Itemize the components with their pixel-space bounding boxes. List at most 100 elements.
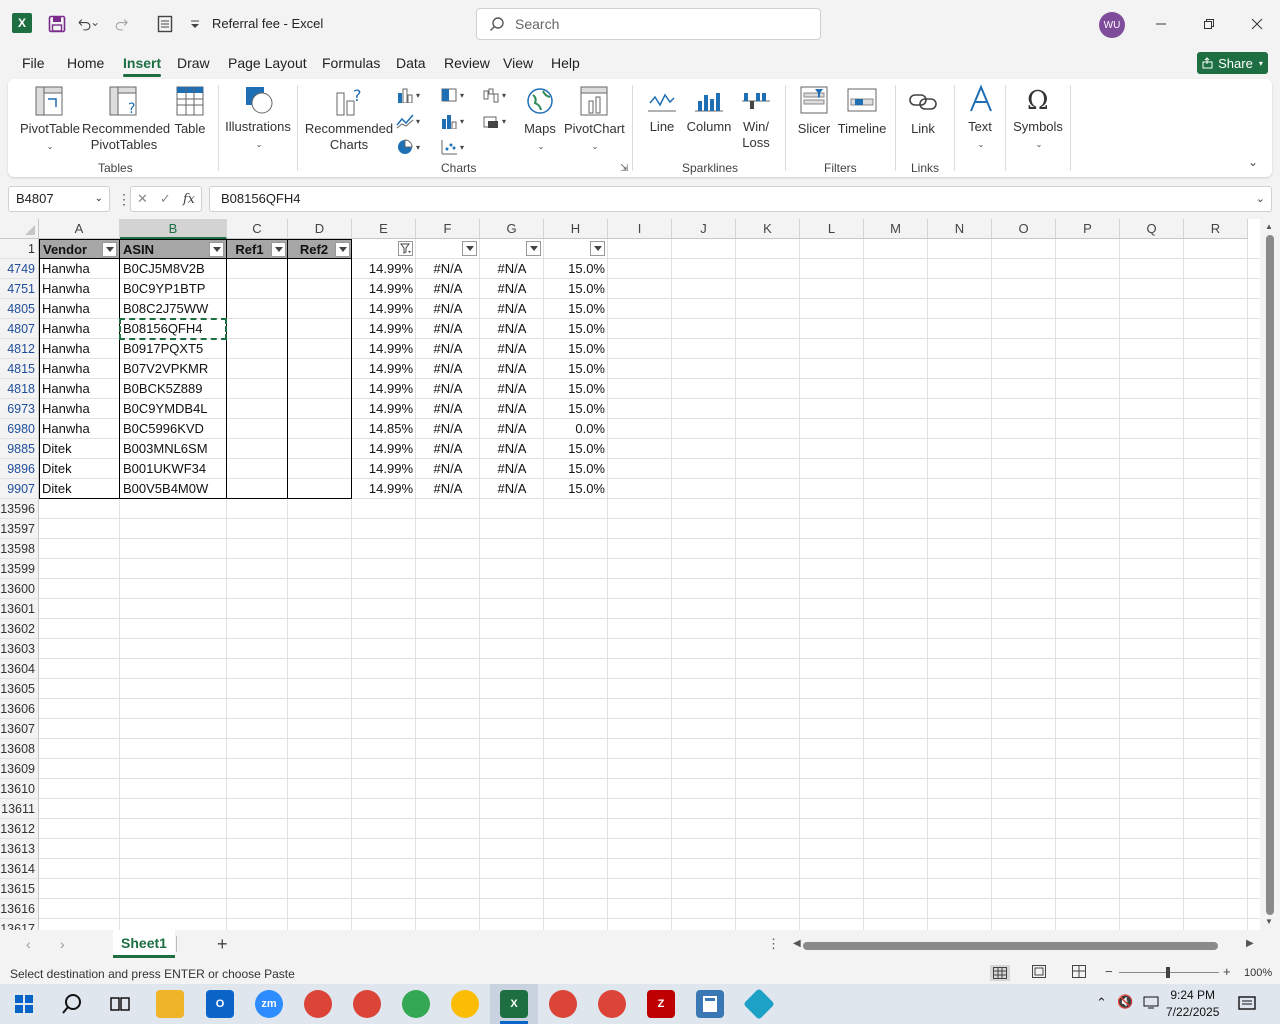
row-header[interactable]: 13613 [0,839,39,859]
tab-data[interactable]: Data [396,55,426,71]
timeline-button[interactable]: Timeline [836,85,888,137]
task-view-icon[interactable] [106,990,134,1018]
table-cell-empty[interactable] [288,339,352,359]
column-header-a[interactable]: A [39,219,120,239]
column-chart-button[interactable]: ▾ [396,85,426,105]
filter-dropdown-ref2[interactable] [335,242,350,257]
filter-dropdown-g[interactable] [526,241,541,256]
row-header[interactable]: 6980 [0,419,39,439]
cell-asin[interactable]: B00V5B4M0W [120,479,227,499]
add-sheet-button[interactable]: + [217,934,228,955]
filezilla-icon[interactable]: Z [647,990,675,1018]
scroll-right-icon[interactable]: ▶ [1246,938,1254,949]
cell-asin[interactable]: B0CJ5M8V2B [120,259,227,279]
ribbon-collapse-chevron-icon[interactable]: ⌄ [1248,155,1258,169]
waterfall-chart-button[interactable]: ▾ [482,85,512,105]
link-button[interactable]: Link [903,85,943,137]
tab-help[interactable]: Help [551,55,580,71]
cell-g[interactable]: #N/A [480,439,544,459]
column-header-c[interactable]: C [227,219,288,239]
cell-asin[interactable]: B0C5996KVD [120,419,227,439]
column-header-g[interactable]: G [480,219,544,239]
illustrations-button[interactable]: Illustrations ⌄ [224,83,292,153]
row-header[interactable]: 13605 [0,679,39,699]
tab-formulas[interactable]: Formulas [322,55,380,71]
column-header-f[interactable]: F [416,219,480,239]
taskbar-clock[interactable]: 9:24 PM 7/22/2025 [1166,987,1219,1021]
row-header[interactable]: 13612 [0,819,39,839]
filter-dropdown-ref1[interactable] [271,242,286,257]
chrome-icon[interactable] [304,990,332,1018]
name-box-chevron-icon[interactable]: ⌄ [95,187,103,211]
table-cell-empty[interactable] [288,359,352,379]
chrome-profile-icon[interactable] [549,990,577,1018]
cell-h[interactable]: 15.0% [544,319,608,339]
cell-h[interactable]: 15.0% [544,299,608,319]
formula-input[interactable]: B08156QFH4 ⌄ [209,186,1272,212]
cell-f[interactable]: #N/A [416,479,480,499]
cell-e[interactable]: 14.99% [352,339,416,359]
cell-f[interactable]: #N/A [416,459,480,479]
cell-g[interactable]: #N/A [480,479,544,499]
cell-f[interactable]: #N/A [416,279,480,299]
cell-e[interactable]: 14.99% [352,359,416,379]
cell-g[interactable]: #N/A [480,339,544,359]
scatter-chart-button[interactable]: ▾ [440,137,470,157]
cell-e[interactable]: 14.99% [352,319,416,339]
row-header[interactable]: 13609 [0,759,39,779]
cell-vendor[interactable]: Ditek [39,459,120,479]
row-header[interactable]: 13600 [0,579,39,599]
prev-sheet-icon[interactable]: ‹ [26,936,31,952]
page-layout-view-button[interactable] [1032,965,1046,982]
table-cell-empty[interactable] [227,279,288,299]
table-cell-empty[interactable] [227,419,288,439]
row-header[interactable]: 4749 [0,259,39,279]
row-header[interactable]: 4807 [0,319,39,339]
tab-file[interactable]: File [22,55,45,71]
cell-asin[interactable]: B0917PQXT5 [120,339,227,359]
table-cell-empty[interactable] [288,379,352,399]
slicer-button[interactable]: Slicer [794,85,834,137]
cell-e[interactable]: 14.99% [352,439,416,459]
sparkline-column-button[interactable]: Column [684,87,734,135]
cell-vendor[interactable]: Hanwha [39,259,120,279]
cell-h[interactable]: 15.0% [544,279,608,299]
table-cell-empty[interactable] [227,479,288,499]
cell-vendor[interactable]: Hanwha [39,319,120,339]
normal-view-button[interactable] [990,965,1010,981]
vertical-scrollbar[interactable]: ▲ ▼ [1261,219,1278,930]
cell-g[interactable]: #N/A [480,379,544,399]
filter-dropdown-f[interactable] [462,241,477,256]
table-cell-empty[interactable] [227,359,288,379]
cell-f[interactable]: #N/A [416,439,480,459]
zoom-app-icon[interactable]: zm [255,990,283,1018]
volume-muted-icon[interactable]: 🔇 [1117,994,1133,1010]
pivottable-button[interactable]: PivotTable ⌄ [20,85,80,155]
cell-g[interactable]: #N/A [480,359,544,379]
row-header[interactable]: 13604 [0,659,39,679]
cell-vendor[interactable]: Ditek [39,439,120,459]
cancel-entry-icon[interactable]: ✕ [137,191,148,207]
row-header[interactable]: 13606 [0,699,39,719]
table-cell-empty[interactable] [288,259,352,279]
pivotchart-button[interactable]: PivotChart ⌄ [564,85,625,155]
row-header[interactable]: 6973 [0,399,39,419]
cell-g[interactable]: #N/A [480,319,544,339]
zoom-slider-thumb[interactable] [1166,967,1170,978]
maps-button[interactable]: Maps ⌄ [520,85,560,155]
tab-home[interactable]: Home [67,55,104,71]
tab-view[interactable]: View [503,55,533,71]
filter-dropdown-vendor[interactable] [102,242,117,257]
table-cell-empty[interactable] [288,439,352,459]
tab-insert[interactable]: Insert [123,55,162,77]
sparkline-line-button[interactable]: Line [644,87,680,135]
cell-e[interactable]: 14.99% [352,259,416,279]
scroll-up-icon[interactable]: ▲ [1265,222,1273,231]
column-header-k[interactable]: K [736,219,800,239]
table-cell-empty[interactable] [227,259,288,279]
column-header-m[interactable]: M [864,219,928,239]
scroll-left-icon[interactable]: ◀ [793,938,801,949]
column-header-p[interactable]: P [1056,219,1120,239]
cell-f[interactable]: #N/A [416,419,480,439]
zoom-in-icon[interactable]: + [1223,964,1231,979]
